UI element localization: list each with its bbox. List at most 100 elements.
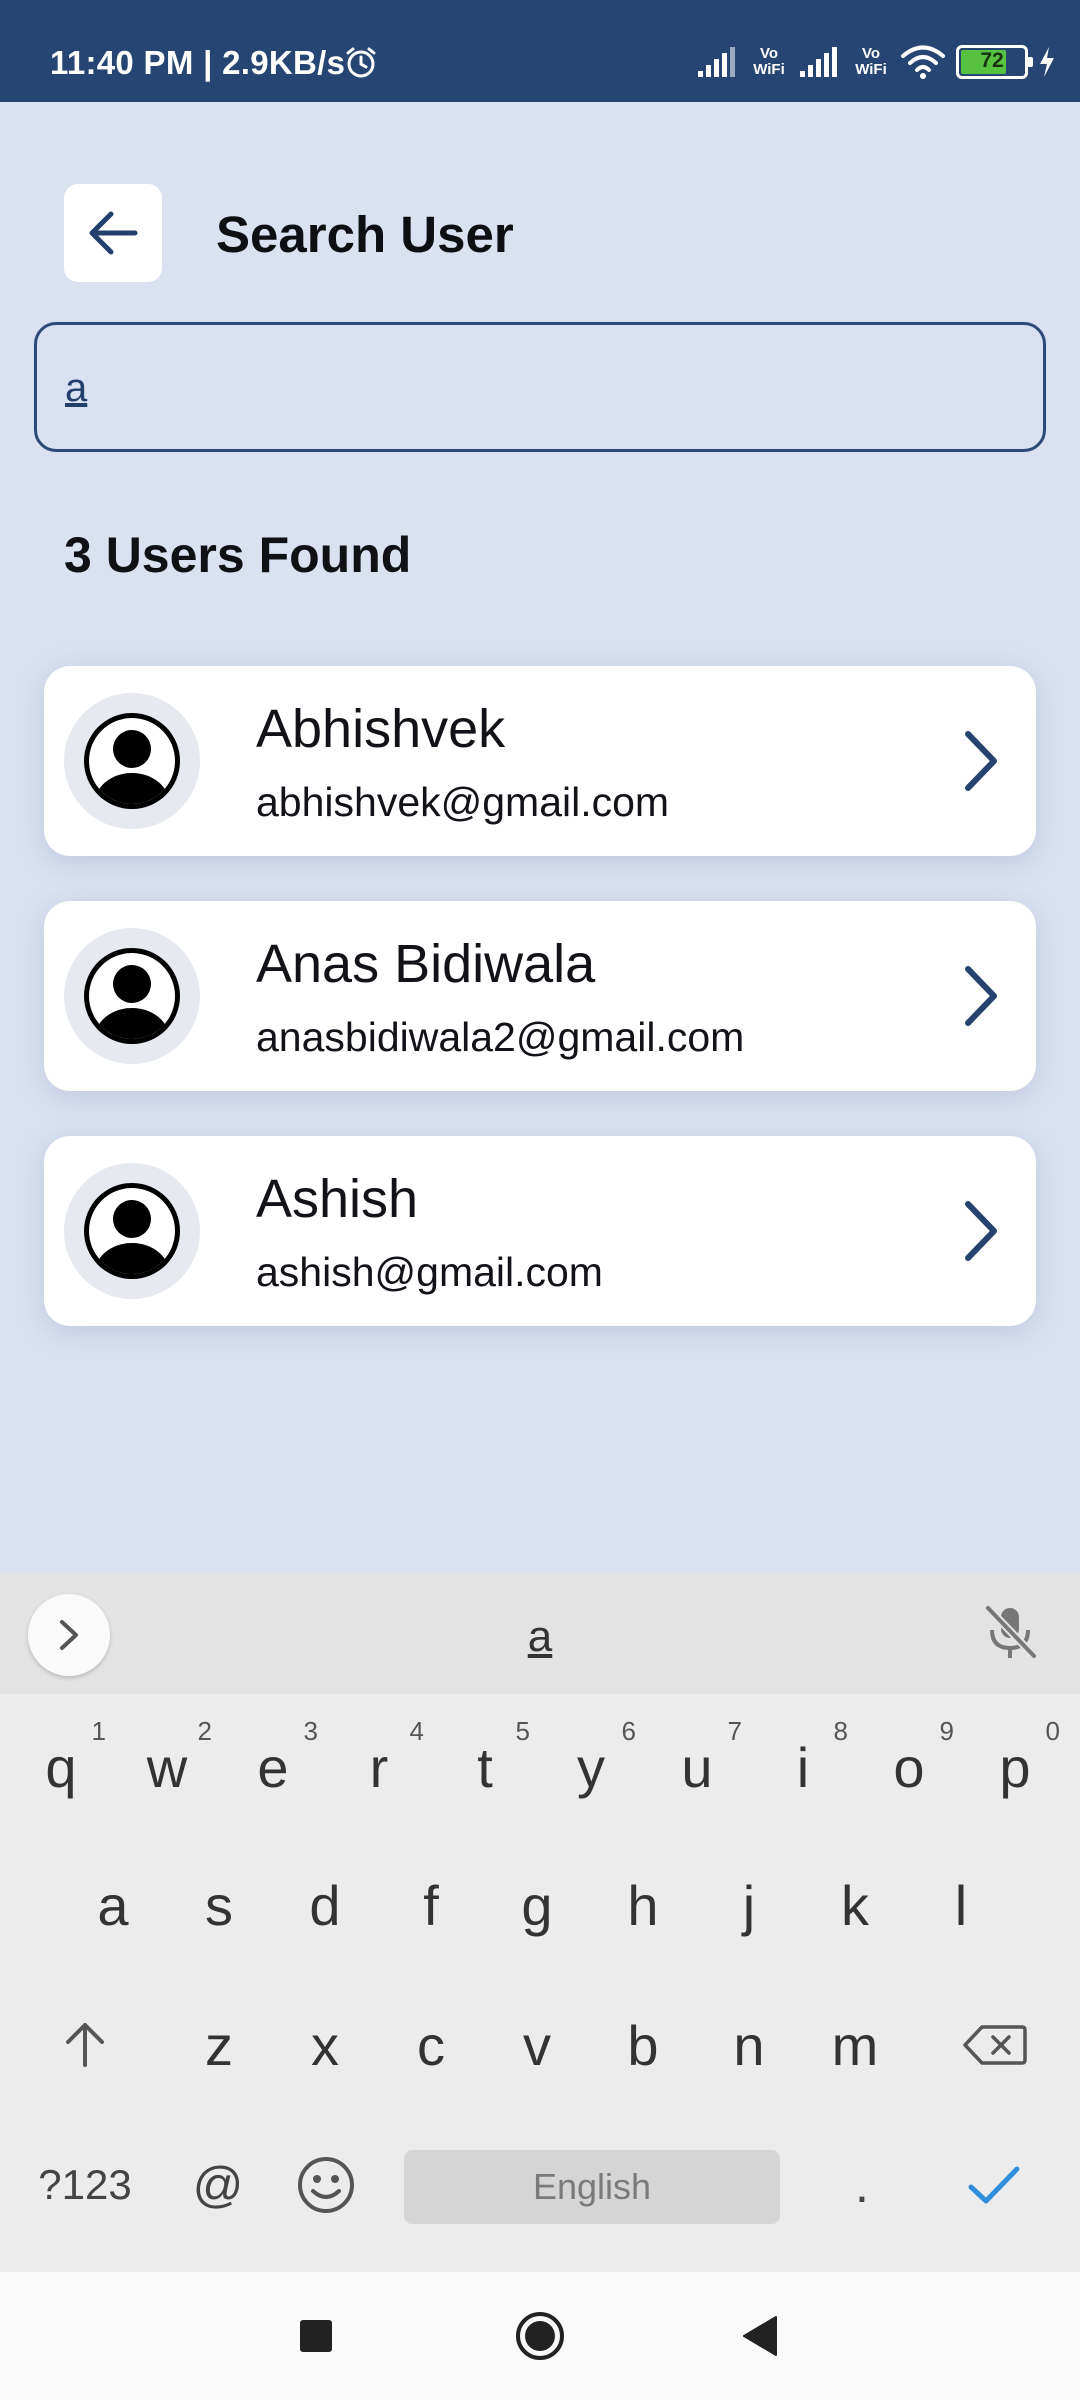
key-b[interactable]: b [590,1980,696,2110]
charging-icon [1040,47,1054,77]
key-o[interactable]: o9 [856,1702,962,1832]
key-label: r [369,1735,389,1799]
user-email: anasbidiwala2@gmail.com [256,1014,745,1060]
user-email: ashish@gmail.com [256,1249,603,1295]
keyboard-row: ?123 @ English . [0,2120,1080,2250]
user-name: Anas Bidiwala [256,934,596,994]
key-label: q [45,1735,77,1799]
results-count: 3 Users Found [64,527,412,583]
user-name: Ashish [256,1169,419,1229]
status-bar: 11:40 PM | 2.9KB/s Vo WiFi Vo WiFi 72 [0,0,1080,102]
key-number-hint: 7 [727,1716,742,1746]
home-button[interactable] [508,2304,572,2368]
shift-key[interactable] [30,1980,140,2110]
key-number-hint: 9 [939,1716,954,1746]
key-z[interactable]: z [166,1980,272,2110]
key-m[interactable]: m [802,1980,908,2110]
vowifi-icon: Vo WiFi [753,45,785,78]
key-n[interactable]: n [696,1980,802,2110]
wifi-icon [901,45,945,79]
battery-icon: 72 [956,45,1033,79]
key-l[interactable]: l [908,1840,1014,1970]
mic-off-icon[interactable] [980,1602,1040,1662]
key-k[interactable]: k [802,1840,908,1970]
key-c[interactable]: c [378,1980,484,2110]
key-i[interactable]: i8 [750,1702,856,1832]
key-r[interactable]: r4 [326,1702,432,1832]
page-title: Search User [216,206,514,263]
square-icon [300,2320,332,2352]
user-card[interactable]: Abhishvek abhishvek@gmail.com [44,666,1036,856]
emoji-key[interactable] [276,2120,376,2250]
battery-percent: 72 [980,49,1004,72]
key-h[interactable]: h [590,1840,696,1970]
key-number-hint: 0 [1045,1716,1060,1746]
key-q[interactable]: q1 [8,1702,114,1832]
signal-icon [698,47,735,77]
search-input[interactable] [65,355,1005,421]
toolbar-toggle-button[interactable] [28,1594,110,1676]
key-t[interactable]: t5 [432,1702,538,1832]
arrow-left-icon [89,211,138,255]
shift-icon [66,2023,104,2067]
suggestion-bar: a [0,1572,1080,1694]
key-d[interactable]: d [272,1840,378,1970]
word-suggestion[interactable]: a [490,1612,590,1662]
key-label: t [477,1735,493,1799]
key-x[interactable]: x [272,1980,378,2110]
user-avatar-icon [84,1183,180,1279]
symbols-key[interactable]: ?123 [20,2120,150,2250]
at-key[interactable]: @ [168,2120,268,2250]
key-g[interactable]: g [484,1840,590,1970]
back-button[interactable] [64,184,162,282]
backspace-key[interactable] [940,1980,1050,2110]
check-icon [968,2166,1020,2204]
recents-button[interactable] [284,2304,348,2368]
avatar [64,928,200,1064]
back-nav-button[interactable] [728,2304,792,2368]
key-s[interactable]: s [166,1840,272,1970]
signal-icon [800,47,837,77]
key-number-hint: 6 [621,1716,636,1746]
triangle-left-icon [743,2316,777,2356]
key-v[interactable]: v [484,1980,590,2110]
navigation-bar [0,2272,1080,2400]
key-number-hint: 3 [303,1716,318,1746]
key-label: o [893,1735,925,1799]
emoji-icon [298,2157,354,2213]
backspace-icon [963,2025,1027,2065]
search-field[interactable] [34,322,1046,452]
key-a[interactable]: a [60,1840,166,1970]
key-y[interactable]: y6 [538,1702,644,1832]
space-key[interactable]: English [404,2150,780,2224]
soft-keyboard: a q1w2e3r4t5y6u7i8o9p0 asdfghjkl zxcvbnm… [0,1572,1080,2272]
chevron-right-icon [965,731,997,791]
key-w[interactable]: w2 [114,1702,220,1832]
key-p[interactable]: p0 [962,1702,1068,1832]
keyboard-row: asdfghjkl [0,1840,1080,1970]
keyboard-row: zxcvbnm [0,1980,1080,2110]
status-icons: Vo WiFi Vo WiFi 72 [696,42,1056,82]
chevron-right-icon [965,1201,997,1261]
keyboard-row: q1w2e3r4t5y6u7i8o9p0 [0,1702,1080,1832]
period-key[interactable]: . [812,2120,912,2250]
user-avatar-icon [84,713,180,809]
key-e[interactable]: e3 [220,1702,326,1832]
key-number-hint: 4 [409,1716,424,1746]
user-email: abhishvek@gmail.com [256,779,670,825]
user-card[interactable]: Ashish ashish@gmail.com [44,1136,1036,1326]
done-key[interactable] [944,2120,1044,2250]
key-u[interactable]: u7 [644,1702,750,1832]
key-label: e [257,1735,289,1799]
chevron-right-icon [965,966,997,1026]
avatar [64,1163,200,1299]
key-j[interactable]: j [696,1840,802,1970]
user-name: Abhishvek [256,699,506,759]
key-f[interactable]: f [378,1840,484,1970]
user-card[interactable]: Anas Bidiwala anasbidiwala2@gmail.com [44,901,1036,1091]
key-number-hint: 2 [197,1716,212,1746]
key-number-hint: 8 [833,1716,848,1746]
key-number-hint: 5 [515,1716,530,1746]
user-avatar-icon [84,948,180,1044]
user-list: Abhishvek abhishvek@gmail.com Anas Bidiw… [44,666,1036,1371]
